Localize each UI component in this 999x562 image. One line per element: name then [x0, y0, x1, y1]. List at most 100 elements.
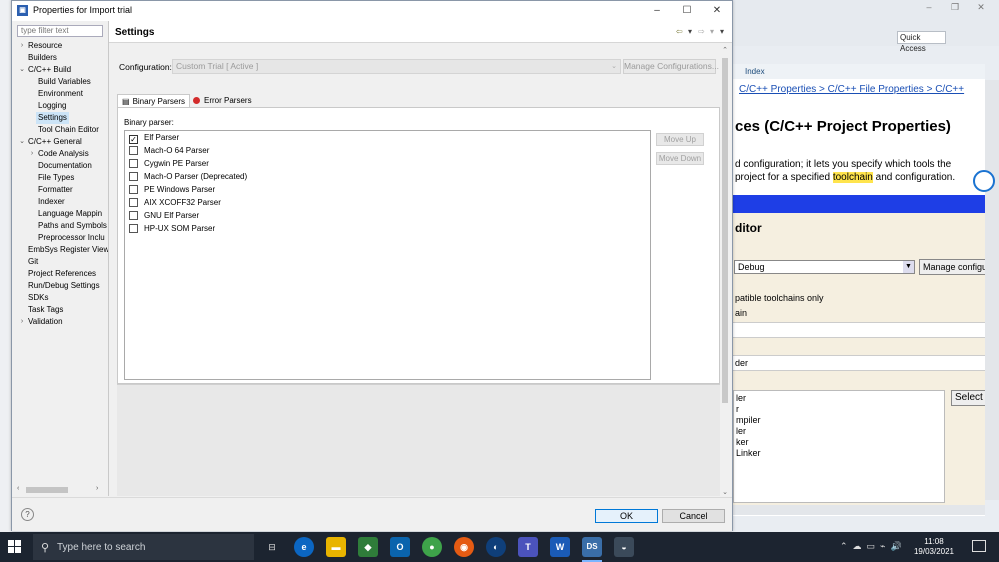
minimize-button[interactable]: – [643, 3, 671, 19]
windows-start-icon[interactable] [8, 540, 22, 554]
help-vertical-scrollbar[interactable] [985, 80, 999, 500]
background-window-controls[interactable]: – ❐ ✕ [916, 2, 996, 16]
app-icon-blue[interactable]: ◐ [486, 537, 506, 557]
help-index-tab[interactable]: Index [733, 64, 985, 79]
filter-input[interactable]: type filter text [17, 25, 103, 37]
tree-item[interactable]: Tool Chain Editor [38, 124, 99, 136]
word-icon[interactable]: W [550, 537, 570, 557]
tree-item[interactable]: C/C++ Build [28, 64, 71, 76]
checkbox[interactable] [129, 172, 138, 181]
tree-item[interactable]: Code Analysis [38, 148, 89, 160]
tree-item[interactable]: Paths and Symbols [38, 220, 107, 232]
page-vertical-scrollbar[interactable]: ⌃ ⌄ [720, 46, 730, 496]
scroll-up-icon[interactable]: ⌃ [720, 46, 730, 54]
help-breadcrumbs[interactable]: C/C++ Properties > C/C++ File Properties… [739, 84, 964, 95]
checkbox-checked[interactable]: ✓ [129, 135, 138, 144]
expanded-chevron-icon[interactable]: ⌄ [18, 64, 26, 76]
tab-error-parsers[interactable]: Error Parsers [189, 94, 256, 108]
checkbox[interactable] [129, 159, 138, 168]
scroll-down-icon[interactable]: ⌄ [720, 488, 730, 496]
view-menu-icon[interactable]: ▾ [720, 27, 724, 36]
forward-menu-icon[interactable]: ▾ [710, 27, 714, 36]
move-up-button[interactable]: Move Up [656, 133, 704, 146]
clock[interactable]: 11:08 19/03/2021 [910, 537, 958, 557]
system-tray[interactable]: ⌃ ☁ ▭ ⌁ 🔊 [840, 541, 902, 552]
notification-icon[interactable] [972, 540, 986, 552]
move-down-button[interactable]: Move Down [656, 152, 704, 165]
checkbox[interactable] [129, 211, 138, 220]
collapsed-chevron-icon[interactable]: › [18, 316, 26, 328]
scroll-thumb[interactable] [26, 487, 68, 493]
manage-configurations-button[interactable]: Manage Configurations... [623, 59, 719, 74]
tree-item[interactable]: EmbSys Register View [28, 244, 108, 256]
scroll-left-icon[interactable]: ‹ [17, 485, 19, 492]
tree-item[interactable]: Run/Debug Settings [28, 280, 100, 292]
tree-horizontal-scrollbar[interactable]: ‹ › [17, 485, 102, 495]
property-tree: › Resource Builders ⌄ C/C++ Build Build Varia… [12, 40, 108, 484]
ok-button[interactable]: OK [595, 509, 658, 523]
parser-label: Mach-O Parser (Deprecated) [144, 172, 248, 181]
quick-access-field[interactable]: Quick Access [897, 31, 946, 53]
tab-binary-parsers[interactable]: ▤ Binary Parsers [117, 94, 191, 108]
parser-list-item[interactable]: ✓ Elf Parser [129, 132, 179, 144]
tree-item[interactable]: C/C++ General [28, 136, 82, 148]
error-icon [193, 97, 200, 104]
app-icon-green[interactable]: ◆ [358, 537, 378, 557]
tree-item[interactable]: Project References [28, 268, 96, 280]
tree-item[interactable]: Preprocessor Inclu [38, 232, 105, 244]
checkbox[interactable] [129, 185, 138, 194]
maximize-button[interactable]: ☐ [673, 3, 701, 19]
task-view-icon[interactable]: ⊟ [262, 537, 282, 557]
checkbox[interactable] [129, 198, 138, 207]
chat-icon[interactable] [973, 170, 995, 192]
file-explorer-icon[interactable]: ▬ [326, 537, 346, 557]
help-icon[interactable]: ? [21, 508, 34, 521]
tree-item[interactable]: Language Mappin [38, 208, 102, 220]
scroll-thumb[interactable] [722, 58, 728, 403]
collapsed-chevron-icon[interactable]: › [28, 148, 36, 160]
parser-list-item[interactable]: AIX XCOFF32 Parser [129, 197, 221, 209]
tree-item[interactable]: Builders [28, 52, 57, 64]
tree-item[interactable]: Build Variables [38, 76, 91, 88]
tree-item[interactable]: Git [28, 256, 38, 268]
tree-item[interactable]: Environment [38, 88, 83, 100]
checkbox[interactable] [129, 146, 138, 155]
firefox-icon[interactable]: ◉ [454, 537, 474, 557]
checkbox[interactable] [129, 224, 138, 233]
collapsed-chevron-icon[interactable]: › [18, 40, 26, 52]
parser-list-item[interactable]: HP-UX SOM Parser [129, 223, 215, 235]
parser-list-item[interactable]: GNU Elf Parser [129, 210, 199, 222]
tree-item[interactable]: Validation [28, 316, 63, 328]
configuration-select[interactable]: Custom Trial [ Active ] ⌄ [172, 59, 621, 74]
tree-item[interactable]: Resource [28, 40, 62, 52]
parser-list-item[interactable]: Mach-O 64 Parser [129, 145, 209, 157]
parser-list-item[interactable]: PE Windows Parser [129, 184, 215, 196]
pane-divider[interactable] [108, 21, 109, 496]
expanded-chevron-icon[interactable]: ⌄ [18, 136, 26, 148]
tree-item[interactable]: Formatter [38, 184, 73, 196]
cancel-button[interactable]: Cancel [662, 509, 725, 523]
close-button[interactable]: ✕ [703, 3, 731, 19]
tree-item[interactable]: Documentation [38, 160, 92, 172]
tree-item[interactable]: SDKs [28, 292, 48, 304]
dialog-titlebar[interactable]: ▣ Properties for Import trial – ☐ ✕ [12, 1, 732, 21]
s32ds-icon[interactable]: DS [582, 537, 602, 562]
tree-item[interactable]: Settings [36, 112, 69, 124]
scroll-right-icon[interactable]: › [96, 485, 98, 492]
forward-arrow-icon[interactable]: ⇨ [698, 27, 705, 36]
tree-item[interactable]: Task Tags [28, 304, 63, 316]
chrome-icon[interactable]: ● [422, 537, 442, 557]
edge-browser-icon[interactable]: e [294, 537, 314, 557]
back-arrow-icon[interactable]: ⇦ [676, 27, 683, 36]
outlook-icon[interactable]: O [390, 537, 410, 557]
app-icon-grey[interactable]: ◒ [614, 537, 634, 557]
tree-item[interactable]: Logging [38, 100, 66, 112]
teams-icon[interactable]: T [518, 537, 538, 557]
help-horizontal-scrollbar[interactable] [733, 505, 985, 515]
parser-list-item[interactable]: Cygwin PE Parser [129, 158, 209, 170]
back-menu-icon[interactable]: ▾ [688, 27, 692, 36]
tree-item[interactable]: File Types [38, 172, 74, 184]
tree-item[interactable]: Indexer [38, 196, 65, 208]
parser-list-item[interactable]: Mach-O Parser (Deprecated) [129, 171, 247, 183]
taskbar-search-input[interactable]: ⚲ Type here to search [33, 534, 254, 560]
